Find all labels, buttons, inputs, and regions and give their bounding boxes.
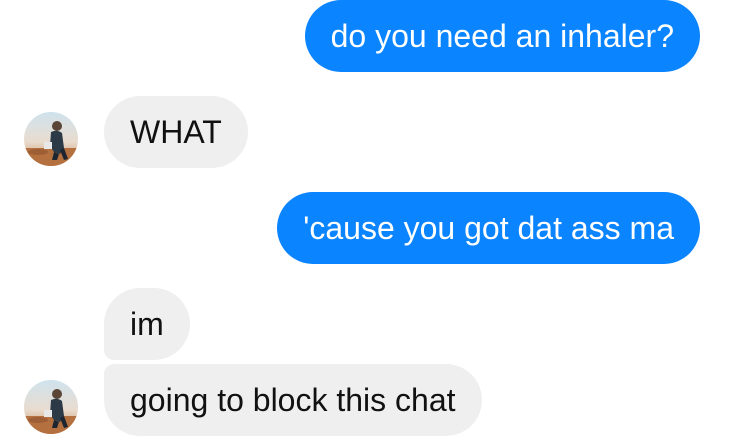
chat-screen: { "conversation": { "messages": [ { "sen…: [0, 0, 750, 445]
message-text: WHAT: [130, 113, 222, 150]
message-text: im: [130, 305, 164, 342]
contact-avatar[interactable]: [24, 380, 78, 434]
message-bubble-sent[interactable]: 'cause you got dat ass ma: [277, 192, 700, 264]
message-text: do you need an inhaler?: [330, 17, 674, 54]
avatar-photo-icon: [24, 380, 78, 434]
message-text: going to block this chat: [130, 381, 456, 418]
message-bubble-received[interactable]: WHAT: [104, 96, 248, 168]
avatar-photo-icon: [24, 112, 78, 166]
message-bubble-received[interactable]: im: [104, 288, 190, 360]
message-bubble-received[interactable]: going to block this chat: [104, 364, 482, 436]
contact-avatar[interactable]: [24, 112, 78, 166]
message-text: 'cause you got dat ass ma: [303, 209, 674, 246]
message-bubble-sent[interactable]: do you need an inhaler?: [304, 0, 700, 72]
